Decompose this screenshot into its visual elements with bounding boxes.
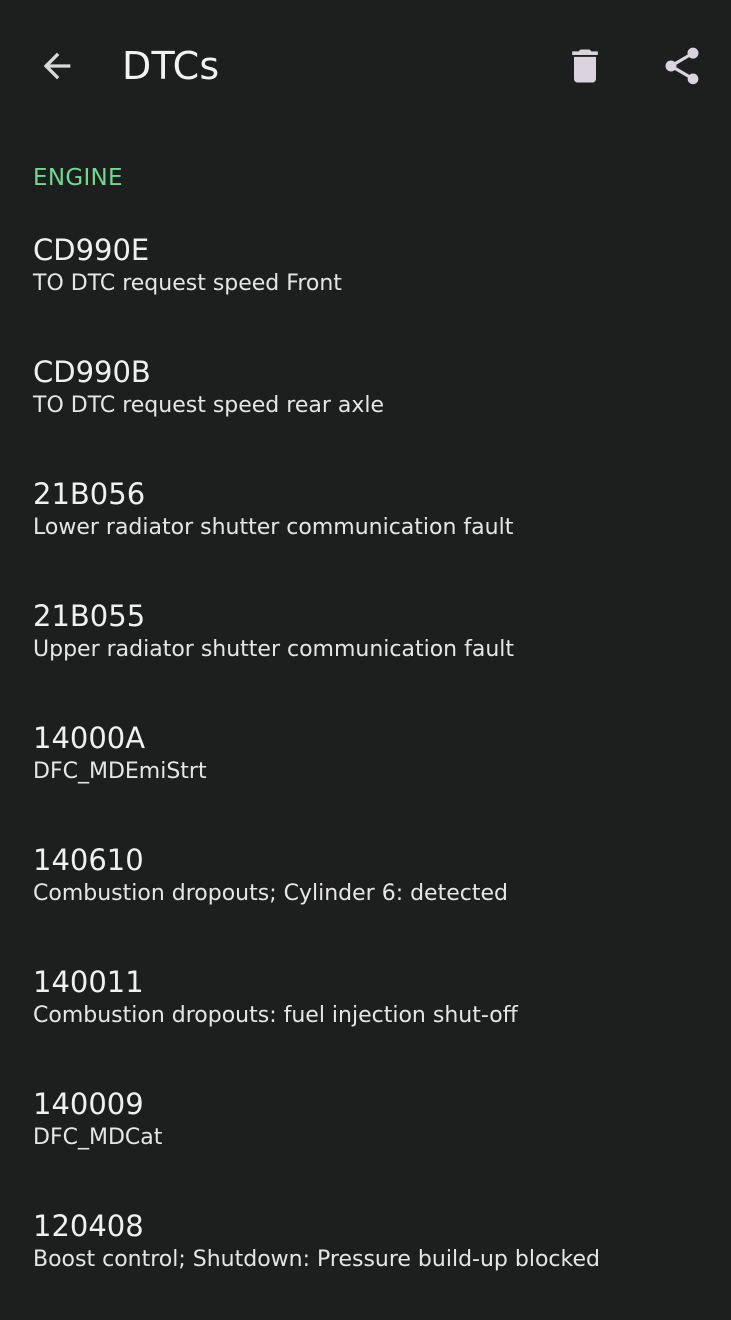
app-bar: DTCs <box>0 0 731 132</box>
back-button[interactable] <box>25 34 89 98</box>
dtc-code: 21B056 <box>33 477 146 511</box>
dtc-list-item[interactable]: CD990E TO DTC request speed Front <box>0 222 731 344</box>
dtc-description: DFC_MDEmiStrt <box>33 759 207 784</box>
dtc-code: 140011 <box>33 965 144 999</box>
page-title: DTCs <box>122 44 220 88</box>
section-header-engine: ENGINE <box>33 165 123 191</box>
dtc-list-item[interactable]: 140009 DFC_MDCat <box>0 1076 731 1198</box>
dtc-description: Upper radiator shutter communication fau… <box>33 637 515 662</box>
dtc-description: Boost control; Shutdown: Pressure build-… <box>33 1247 600 1272</box>
dtc-list-item[interactable]: 21B056 Lower radiator shutter communicat… <box>0 466 731 588</box>
arrow-left-icon <box>43 52 71 80</box>
dtc-code: 120408 <box>33 1209 144 1243</box>
dtc-list-item[interactable]: 14000A DFC_MDEmiStrt <box>0 710 731 832</box>
share-button[interactable] <box>650 34 714 98</box>
dtc-code: CD990E <box>33 233 150 267</box>
share-icon <box>665 47 699 85</box>
dtc-code: 21B055 <box>33 599 146 633</box>
dtc-code: 14000A <box>33 721 146 755</box>
dtc-description: TO DTC request speed rear axle <box>33 393 385 418</box>
dtc-list-item[interactable]: 120408 Boost control; Shutdown: Pressure… <box>0 1198 731 1320</box>
dtc-code: 140009 <box>33 1087 144 1121</box>
dtc-description: DFC_MDCat <box>33 1125 163 1150</box>
delete-button[interactable] <box>553 34 617 98</box>
dtc-description: Combustion dropouts; Cylinder 6: detecte… <box>33 881 508 906</box>
dtc-code: 140610 <box>33 843 144 877</box>
dtc-description: Combustion dropouts: fuel injection shut… <box>33 1003 518 1028</box>
dtc-code: CD990B <box>33 355 151 389</box>
dtc-list-item[interactable]: CD990B TO DTC request speed rear axle <box>0 344 731 466</box>
dtc-list-item[interactable]: 140011 Combustion dropouts: fuel injecti… <box>0 954 731 1076</box>
dtc-list-item[interactable]: 21B055 Upper radiator shutter communicat… <box>0 588 731 710</box>
dtc-list: CD990E TO DTC request speed Front CD990B… <box>0 222 731 1320</box>
dtc-list-item[interactable]: 140610 Combustion dropouts; Cylinder 6: … <box>0 832 731 954</box>
trash-icon <box>572 49 598 83</box>
dtc-description: Lower radiator shutter communication fau… <box>33 515 514 540</box>
dtc-description: TO DTC request speed Front <box>33 271 342 296</box>
